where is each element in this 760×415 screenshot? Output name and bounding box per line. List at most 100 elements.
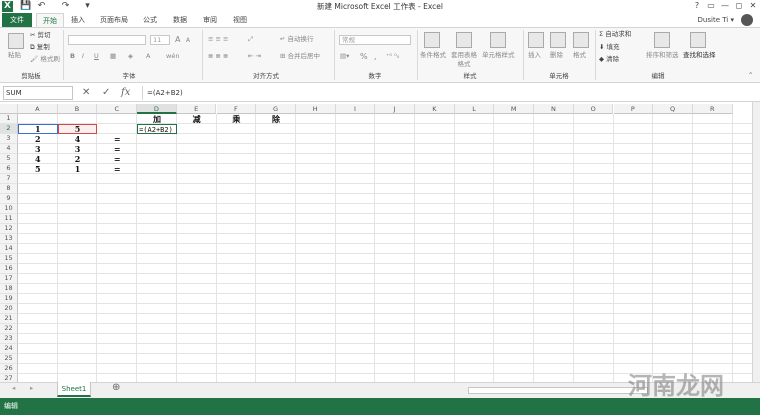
cell-a4[interactable]: 3 bbox=[18, 144, 58, 154]
minimize-button[interactable]: — bbox=[718, 0, 732, 12]
sheet-prev-icon[interactable]: ◂ bbox=[12, 384, 15, 393]
tab-view[interactable]: 视图 bbox=[228, 13, 252, 28]
paste-icon[interactable] bbox=[8, 33, 24, 49]
avatar[interactable] bbox=[741, 14, 753, 26]
table-format-icon[interactable] bbox=[456, 32, 472, 48]
find-select-button[interactable]: 查找和选择 bbox=[683, 51, 716, 60]
cell-a3[interactable]: 2 bbox=[18, 134, 58, 144]
insert-button[interactable]: 插入 bbox=[528, 51, 541, 60]
merge-center-button[interactable]: ⊞ 合并后居中 bbox=[280, 52, 320, 61]
border-icon[interactable]: ▦ bbox=[110, 52, 116, 61]
row-header-23[interactable]: 23 bbox=[0, 334, 18, 344]
percent-button[interactable]: % bbox=[360, 52, 368, 61]
cell-d1[interactable]: 加 bbox=[137, 114, 177, 124]
font-name-combo[interactable] bbox=[68, 35, 146, 45]
insert-icon[interactable] bbox=[528, 32, 544, 48]
cell-g1[interactable]: 除 bbox=[256, 114, 296, 124]
fill-color-icon[interactable]: ◈ bbox=[128, 52, 133, 61]
cell-a6[interactable]: 5 bbox=[18, 164, 58, 174]
wrap-text-button[interactable]: ↵ 自动换行 bbox=[280, 35, 314, 44]
cell-c5[interactable]: = bbox=[97, 154, 137, 164]
row-header-7[interactable]: 7 bbox=[0, 174, 18, 184]
row-header-8[interactable]: 8 bbox=[0, 184, 18, 194]
row-header-5[interactable]: 5 bbox=[0, 154, 18, 164]
row-header-19[interactable]: 19 bbox=[0, 294, 18, 304]
column-header-e[interactable]: E bbox=[176, 104, 217, 114]
close-button[interactable]: ✕ bbox=[746, 0, 760, 12]
undo-icon[interactable]: ↶ bbox=[36, 1, 47, 12]
font-color-icon[interactable]: A bbox=[146, 52, 150, 61]
shrink-font-button[interactable]: A bbox=[186, 36, 190, 45]
column-header-f[interactable]: F bbox=[216, 104, 257, 114]
delete-icon[interactable] bbox=[550, 32, 566, 48]
comma-button[interactable]: , bbox=[374, 52, 377, 61]
row-header-16[interactable]: 16 bbox=[0, 264, 18, 274]
column-header-i[interactable]: I bbox=[335, 104, 376, 114]
cell-c3[interactable]: = bbox=[97, 134, 137, 144]
delete-button[interactable]: 删除 bbox=[550, 51, 563, 60]
row-header-14[interactable]: 14 bbox=[0, 244, 18, 254]
row-header-20[interactable]: 20 bbox=[0, 304, 18, 314]
binoculars-icon[interactable] bbox=[690, 32, 706, 48]
bold-button[interactable]: B bbox=[70, 52, 75, 61]
row-header-2[interactable]: 2 bbox=[0, 124, 18, 134]
tab-file[interactable]: 文件 bbox=[2, 13, 32, 28]
cell-b6[interactable]: 1 bbox=[58, 164, 98, 174]
tab-home[interactable]: 开始 bbox=[36, 13, 64, 28]
sort-filter-icon[interactable] bbox=[654, 32, 670, 48]
row-header-17[interactable]: 17 bbox=[0, 274, 18, 284]
format-button[interactable]: 格式 bbox=[573, 51, 586, 60]
indent-icon[interactable]: ⇤ ⇥ bbox=[248, 52, 261, 61]
redo-icon[interactable]: ↷ bbox=[60, 1, 71, 12]
collapse-ribbon-icon[interactable]: ⌃ bbox=[748, 71, 753, 80]
underline-button[interactable]: U bbox=[94, 52, 99, 61]
fill-button[interactable]: ⬇ 填充 bbox=[599, 43, 620, 52]
cut-button[interactable]: ✂ 剪切 bbox=[30, 31, 51, 40]
row-header-25[interactable]: 25 bbox=[0, 354, 18, 364]
enter-icon[interactable]: ✓ bbox=[102, 86, 110, 100]
cell-c6[interactable]: = bbox=[97, 164, 137, 174]
column-header-m[interactable]: M bbox=[494, 104, 535, 114]
tab-data[interactable]: 数据 bbox=[168, 13, 192, 28]
column-header-h[interactable]: H bbox=[295, 104, 336, 114]
row-header-13[interactable]: 13 bbox=[0, 234, 18, 244]
row-header-1[interactable]: 1 bbox=[0, 114, 18, 124]
cell-b5[interactable]: 2 bbox=[58, 154, 98, 164]
cell-styles-button[interactable]: 单元格样式 bbox=[482, 51, 515, 60]
insert-function-icon[interactable]: fx bbox=[121, 86, 130, 100]
conditional-format-button[interactable]: 条件格式 bbox=[420, 51, 446, 60]
copy-button[interactable]: ⧉ 复制 bbox=[30, 43, 50, 52]
grow-font-button[interactable]: A bbox=[175, 35, 180, 44]
tab-insert[interactable]: 插入 bbox=[66, 13, 90, 28]
formula-input[interactable]: =(A2+B2) bbox=[142, 86, 750, 100]
column-header-q[interactable]: Q bbox=[653, 104, 693, 114]
row-header-27[interactable]: 27 bbox=[0, 374, 18, 382]
column-header-d[interactable]: D bbox=[137, 104, 177, 114]
font-size-combo[interactable]: 11 bbox=[150, 35, 170, 45]
row-header-6[interactable]: 6 bbox=[0, 164, 18, 174]
column-header-n[interactable]: N bbox=[534, 104, 574, 114]
worksheet-grid[interactable]: A B C D E F G H I J K L M N O P Q R 1 2 3 4 5 6 7 8 9 10 11 12 13 14 15 1… bbox=[0, 104, 752, 382]
name-box[interactable]: SUM bbox=[3, 86, 73, 100]
sheet-tab-sheet1[interactable]: Sheet1 bbox=[57, 382, 91, 397]
currency-icon[interactable]: ▤▾ bbox=[340, 52, 349, 61]
align-left-icon[interactable]: ≣ ≣ ≣ bbox=[208, 52, 228, 61]
conditional-format-icon[interactable] bbox=[424, 32, 440, 48]
column-header-g[interactable]: G bbox=[256, 104, 296, 114]
row-header-9[interactable]: 9 bbox=[0, 194, 18, 204]
row-header-15[interactable]: 15 bbox=[0, 254, 18, 264]
cancel-icon[interactable]: ✕ bbox=[82, 86, 90, 100]
cell-b3[interactable]: 4 bbox=[58, 134, 98, 144]
row-header-12[interactable]: 12 bbox=[0, 224, 18, 234]
number-format-combo[interactable]: 常规 bbox=[339, 35, 411, 45]
row-header-21[interactable]: 21 bbox=[0, 314, 18, 324]
column-header-p[interactable]: P bbox=[613, 104, 654, 114]
user-name[interactable]: Dusite Ti ▾ bbox=[698, 13, 734, 28]
column-header-k[interactable]: K bbox=[415, 104, 455, 114]
column-header-c[interactable]: C bbox=[97, 104, 138, 114]
format-icon[interactable] bbox=[573, 32, 589, 48]
row-header-4[interactable]: 4 bbox=[0, 144, 18, 154]
tab-review[interactable]: 审阅 bbox=[198, 13, 222, 28]
row-header-24[interactable]: 24 bbox=[0, 344, 18, 354]
customize-toolbar-icon[interactable]: ▾ bbox=[82, 1, 93, 12]
